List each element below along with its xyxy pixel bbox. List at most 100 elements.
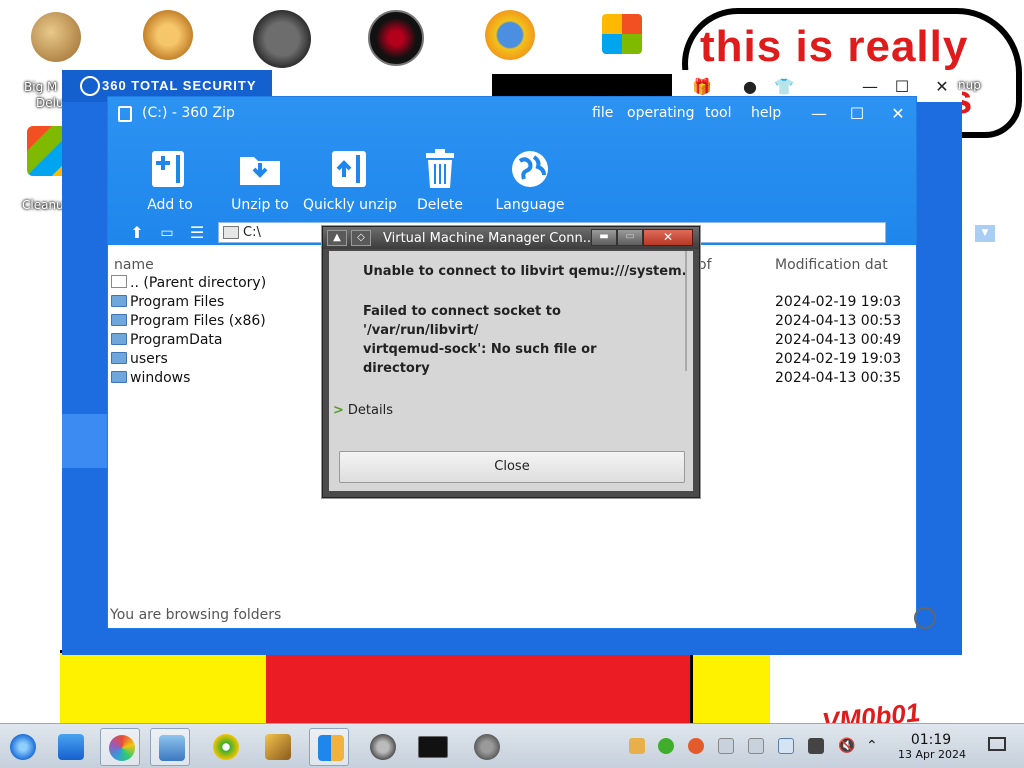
file-name: .. (Parent directory) [130,275,267,291]
zip-close-button[interactable]: ✕ [887,103,909,125]
file-row[interactable]: windows [111,370,190,389]
desktop-icon-big-money-label: Big M Delu [24,80,64,110]
file-row[interactable]: users [111,351,168,370]
file-modified: 2024-02-19 19:03 [775,351,902,367]
office-grid-icon [602,14,642,54]
zip-minimize-button[interactable]: — [808,103,830,125]
security-close-button[interactable]: ✕ [928,76,956,98]
dialog-app-icon: ▲ [327,230,347,246]
black-overlay-bar [492,74,672,96]
taskbar-system-info[interactable] [150,728,190,766]
close-button[interactable]: Close [339,451,685,483]
desktop-icon-sun-globe[interactable] [480,10,540,60]
dialog-menu-icon[interactable]: ◇ [351,230,371,246]
archive-icon [318,735,344,761]
shirt-icon[interactable]: 👕 [770,76,798,98]
tray-expand-icon[interactable]: ⌃ [866,738,882,754]
menu-help[interactable]: help [751,105,781,121]
zip-status-text: You are browsing folders [110,607,282,623]
menu-operating[interactable]: operating [627,105,695,121]
vmm-error-dialog: ▲ ◇ Virtual Machine Manager Conn... ▬ ▭ … [322,226,700,498]
wallpaper-shape-right [690,650,770,730]
column-header-of[interactable]: of [698,257,712,273]
add-to-label: Add to [147,197,193,213]
security-minimize-button[interactable]: — [856,76,884,98]
sun-globe-icon [485,10,535,60]
desktop-icon-speedometer[interactable] [252,10,312,68]
quick-unzip-icon [328,147,372,191]
list-view-button[interactable]: ☰ [186,223,208,243]
column-header-modified[interactable]: Modification dat [775,257,888,273]
dialog-detail-text: Failed to connect socket to '/var/run/li… [363,304,597,376]
file-row[interactable]: Program Files [111,294,224,313]
delete-button[interactable]: Delete [390,147,490,213]
zip-title: (C:) - 360 Zip [142,105,235,121]
gift-icon[interactable]: 🎁 [688,76,716,98]
dialog-message: Unable to connect to libvirt qemu:///sys… [363,264,687,279]
tray-key-icon[interactable] [718,738,734,754]
desktop-icon-big-money[interactable] [26,12,86,62]
details-expander[interactable]: > Details [333,403,393,418]
quickly-unzip-label: Quickly unzip [302,197,398,213]
menu-file[interactable]: file [592,105,613,121]
trash-icon [418,147,462,191]
up-folder-button[interactable]: ⬆ [126,223,148,243]
volume-muted-icon[interactable]: 🔇 [838,738,855,754]
taskbar-flash[interactable] [362,728,402,766]
show-desktop-button[interactable] [988,737,1006,751]
taskbar-clock-date[interactable]: 13 Apr 2024 [894,748,970,761]
dialog-close-button[interactable]: ✕ [643,229,693,246]
security-maximize-button[interactable]: ☐ [888,76,916,98]
taskbar-cleaner[interactable] [257,728,297,766]
broom-icon [265,734,291,760]
file-row[interactable]: .. (Parent directory) [111,275,266,294]
taskbar-terminal[interactable] [413,728,453,766]
dialog-scrollbar[interactable] [685,251,687,371]
thumbnail-view-button[interactable]: ▭ [156,223,178,243]
dialog-titlebar[interactable]: ▲ ◇ Virtual Machine Manager Conn... ▬ ▭ … [323,227,699,249]
folder-icon [111,352,127,364]
start-button[interactable] [2,728,42,766]
taskbar: 🔇 ⌃ [0,723,1024,768]
add-to-button[interactable]: Add to [120,147,220,213]
bubble-side-text: nup [958,78,981,92]
taskbar-file-manager[interactable] [50,728,90,766]
coin-icon[interactable]: ● [736,76,764,98]
file-row[interactable]: Program Files (x86) [111,313,266,332]
tray-record-icon[interactable] [688,738,704,754]
file-manager-icon [58,734,84,760]
address-dropdown-button[interactable]: ▼ [975,225,995,242]
terminal-icon [418,736,448,758]
zip-maximize-button[interactable]: ☐ [846,103,868,125]
taskbar-virt-manager[interactable] [466,728,506,766]
desktop-icon-dark-disc[interactable] [366,10,426,66]
taskbar-shield-app[interactable] [100,728,140,766]
taskbar-360-plus[interactable] [205,728,245,766]
tray-cleaner-icon[interactable] [629,738,645,754]
desktop-icon-office-grid[interactable] [592,14,652,54]
taskbar-clock-time[interactable]: 01:19 [910,732,952,748]
file-name: Program Files [130,294,225,310]
dialog-maximize-button[interactable]: ▭ [617,229,643,246]
history-clock-icon[interactable] [914,607,936,629]
desktop-icon-cleanup-label: Cleanu [22,198,64,212]
dialog-minimize-button[interactable]: ▬ [591,229,617,246]
address-text: C:\ [243,225,261,240]
quickly-unzip-button[interactable]: Quickly unzip [300,147,400,213]
column-header-name[interactable]: name [114,257,154,273]
security-sidebar-selected[interactable] [62,414,107,468]
tray-clipboard-icon[interactable] [808,738,824,754]
unzip-to-button[interactable]: Unzip to [210,147,310,213]
virt-manager-icon [474,734,500,760]
tray-key2-icon[interactable] [748,738,764,754]
taskbar-360-zip[interactable] [309,728,349,766]
unzip-to-label: Unzip to [231,197,289,213]
file-modified: 2024-04-13 00:35 [775,370,902,386]
language-button[interactable]: Language [480,147,580,213]
desktop-icon-gear-app[interactable] [138,10,198,60]
tray-usb-icon[interactable] [778,738,794,754]
file-row[interactable]: ProgramData [111,332,223,351]
security-title: 360 TOTAL SECURITY [102,78,257,93]
menu-tool[interactable]: tool [705,105,732,121]
tray-360-icon[interactable] [658,738,674,754]
